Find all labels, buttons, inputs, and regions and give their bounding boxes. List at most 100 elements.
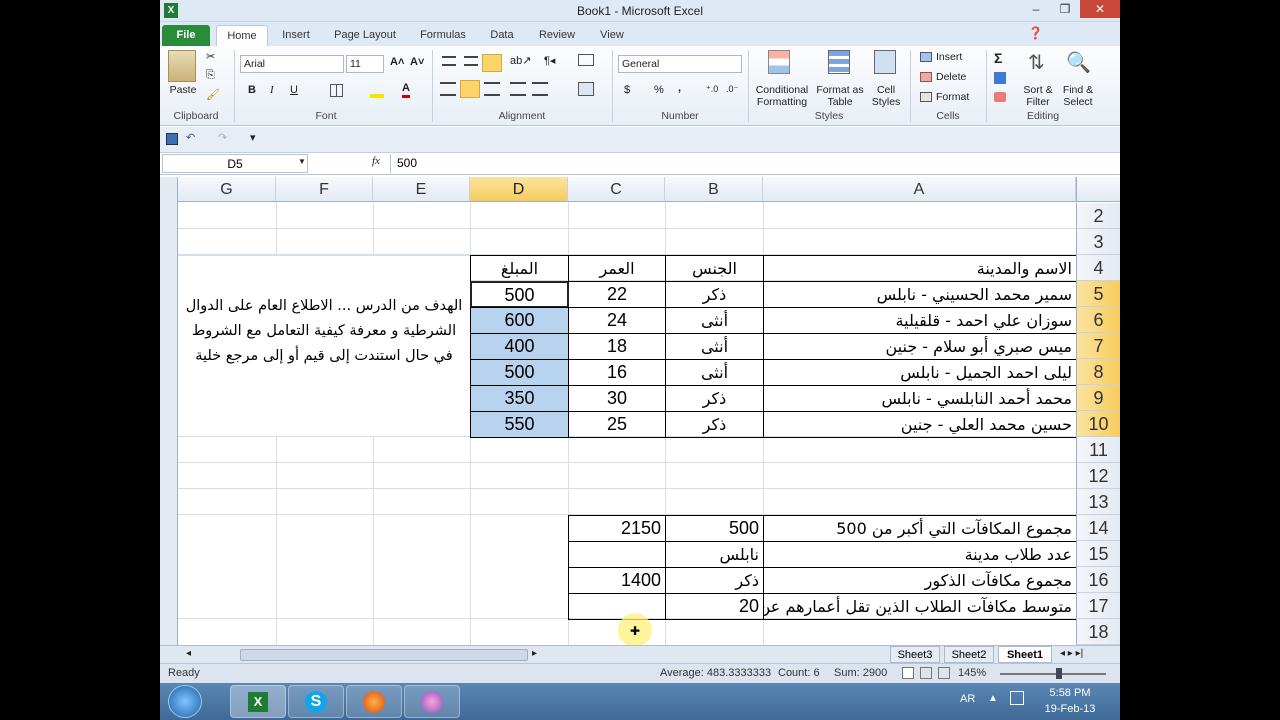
row-header-18[interactable]: 18 <box>1076 619 1120 645</box>
cell-name[interactable]: سوزان علي احمد - قلقيلية <box>763 307 1076 334</box>
align-center-icon[interactable] <box>460 80 480 98</box>
format-painter-icon[interactable]: 🖌 <box>206 88 220 101</box>
column-header-g[interactable]: G <box>178 177 276 202</box>
column-header-e[interactable]: E <box>373 177 470 202</box>
summary-result[interactable] <box>568 541 666 568</box>
cell-gender[interactable]: ذكر <box>665 411 764 438</box>
row-header-16[interactable]: 16 <box>1076 567 1120 593</box>
cell-age[interactable]: 24 <box>568 307 666 334</box>
grow-font-icon[interactable]: A˄ <box>390 56 404 68</box>
header-age[interactable]: العمر <box>568 255 666 282</box>
tab-insert[interactable]: Insert <box>272 25 320 46</box>
header-name[interactable]: الاسم والمدينة <box>763 255 1076 282</box>
summary-criterion[interactable]: 20 <box>665 593 764 620</box>
sort-filter-icon[interactable]: ⇅ <box>1028 50 1045 75</box>
row-header-3[interactable]: 3 <box>1076 229 1120 255</box>
decrease-decimal-icon[interactable]: .0⁻ <box>726 84 738 95</box>
summary-result[interactable]: 2150 <box>568 515 666 542</box>
cell-age[interactable]: 30 <box>568 385 666 412</box>
delete-button[interactable]: Delete <box>936 71 966 83</box>
fill-icon[interactable] <box>994 72 1006 84</box>
cell-amount[interactable]: 600 <box>470 307 569 334</box>
align-top-icon[interactable] <box>442 56 456 66</box>
cell-name[interactable]: محمد أحمد النابلسي - نابلس <box>763 385 1076 412</box>
cell-styles-icon[interactable] <box>874 50 896 74</box>
normal-view-icon[interactable] <box>902 667 914 679</box>
tab-page-layout[interactable]: Page Layout <box>326 25 404 46</box>
zoom-slider-thumb[interactable] <box>1056 668 1062 679</box>
copy-icon[interactable]: ⎘ <box>206 69 215 82</box>
column-header-c[interactable]: C <box>568 177 665 202</box>
align-bottom-icon[interactable] <box>482 54 502 72</box>
zoom-level[interactable]: 145% <box>958 667 986 679</box>
format-as-table-button[interactable]: Format as Table <box>816 84 864 108</box>
autosum-button[interactable]: Σ <box>994 50 1002 66</box>
start-button-icon[interactable] <box>168 685 202 718</box>
column-header-d[interactable]: D <box>470 177 568 202</box>
horizontal-scrollbar[interactable] <box>240 649 528 661</box>
hscroll-left-icon[interactable]: ◂ <box>186 648 191 659</box>
network-icon[interactable] <box>1010 691 1024 705</box>
tab-review[interactable]: Review <box>530 25 584 46</box>
row-header-10[interactable]: 10 <box>1076 411 1120 437</box>
summary-label[interactable]: عدد طلاب مدينة <box>763 541 1076 568</box>
row-header-15[interactable]: 15 <box>1076 541 1120 567</box>
cell-gender[interactable]: أنثى <box>665 359 764 386</box>
conditional-formatting-button[interactable]: Conditional Formatting <box>750 84 814 108</box>
row-header-2[interactable]: 2 <box>1076 203 1120 229</box>
header-gender[interactable]: الجنس <box>665 255 764 282</box>
row-header-13[interactable]: 13 <box>1076 489 1120 515</box>
cell-amount[interactable]: 350 <box>470 385 569 412</box>
font-color-icon[interactable]: A <box>402 82 410 98</box>
taskbar-app-icon[interactable] <box>404 685 460 718</box>
select-all-corner[interactable] <box>1076 177 1120 202</box>
cell-amount[interactable]: 400 <box>470 333 569 360</box>
column-header-a[interactable]: A <box>763 177 1076 202</box>
sheet-nav-icon[interactable]: ◂ ▸ ▸| <box>1060 648 1083 659</box>
cell-age[interactable]: 25 <box>568 411 666 438</box>
cell-name[interactable]: حسين محمد العلي - جنين <box>763 411 1076 438</box>
taskbar-firefox-icon[interactable] <box>346 685 402 718</box>
tab-home[interactable]: Home <box>216 25 268 46</box>
cell-gender[interactable]: أنثى <box>665 307 764 334</box>
row-header-8[interactable]: 8 <box>1076 359 1120 385</box>
summary-criterion[interactable]: 500 <box>665 515 764 542</box>
row-header-12[interactable]: 12 <box>1076 463 1120 489</box>
name-box-dropdown-icon[interactable]: ▼ <box>298 157 306 166</box>
align-left-icon[interactable] <box>440 82 456 96</box>
cell-name[interactable]: ليلى احمد الجميل - نابلس <box>763 359 1076 386</box>
note-box[interactable]: الهدف من الدرس ... الاطلاع العام على الد… <box>178 255 470 437</box>
row-header-6[interactable]: 6 <box>1076 307 1120 333</box>
bold-button[interactable]: B <box>248 84 256 96</box>
minimize-button[interactable]: – <box>1022 0 1050 18</box>
italic-button[interactable]: I <box>270 84 274 96</box>
cell-gender[interactable]: ذكر <box>665 385 764 412</box>
sheet-tab-sheet2[interactable]: Sheet2 <box>944 646 994 663</box>
comma-button[interactable]: , <box>678 82 681 94</box>
sheet-tab-sheet1[interactable]: Sheet1 <box>998 646 1052 663</box>
cell-name[interactable]: سمير محمد الحسيني - نابلس <box>763 281 1076 308</box>
rtl-direction-icon[interactable]: ¶◂ <box>544 54 555 67</box>
align-middle-icon[interactable] <box>464 56 478 66</box>
format-button[interactable]: Format <box>936 91 969 103</box>
increase-decimal-icon[interactable]: ⁺.0 <box>706 84 718 95</box>
column-header-b[interactable]: B <box>665 177 763 202</box>
paste-button[interactable]: Paste <box>166 84 200 96</box>
worksheet-grid[interactable]: G F E D C B A 2 3 4 5 6 7 8 9 10 11 12 1… <box>160 177 1120 647</box>
row-header-14[interactable]: 14 <box>1076 515 1120 541</box>
zoom-slider[interactable] <box>1000 673 1106 675</box>
close-button[interactable]: ✕ <box>1080 0 1120 18</box>
save-icon[interactable] <box>166 133 178 145</box>
clock-time[interactable]: 5:58 PM <box>1032 687 1108 699</box>
underline-button[interactable]: U <box>290 84 298 96</box>
header-amount[interactable]: المبلغ <box>470 255 569 282</box>
language-indicator[interactable]: AR <box>960 693 975 705</box>
cell-styles-button[interactable]: Cell Styles <box>866 84 906 108</box>
cell-age[interactable]: 18 <box>568 333 666 360</box>
delete-cells-icon[interactable] <box>920 72 932 82</box>
vertical-scrollbar[interactable] <box>160 177 178 647</box>
summary-criterion[interactable]: نابلس <box>665 541 764 568</box>
tab-file[interactable]: File <box>162 25 210 46</box>
wrap-text-icon[interactable] <box>578 54 594 66</box>
percent-button[interactable]: % <box>654 84 664 96</box>
